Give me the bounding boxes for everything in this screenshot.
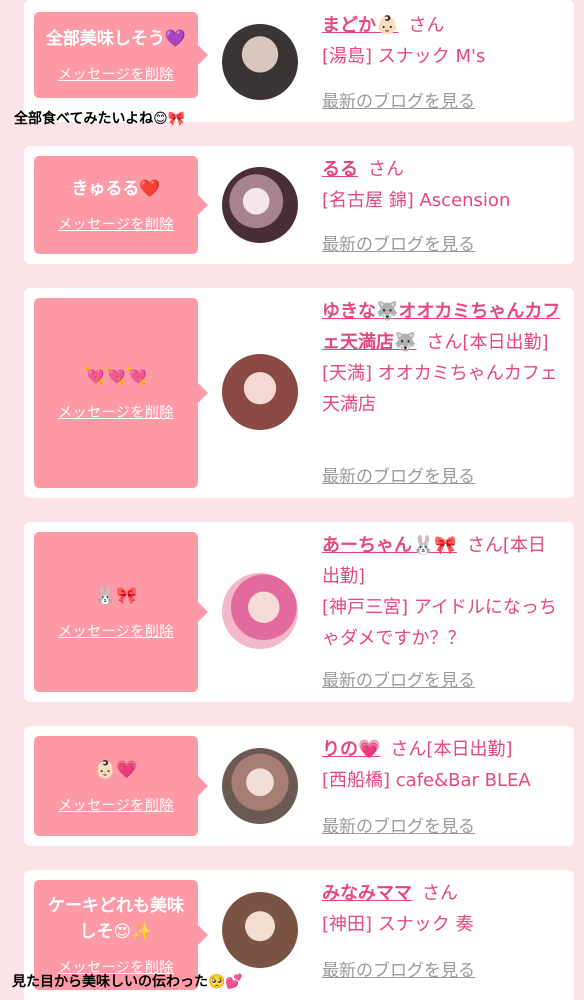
- shop-label: [神田] スナック 奏: [322, 914, 474, 935]
- message-text: 🐰🎀: [94, 586, 138, 606]
- profile-name-link[interactable]: まどか👶🏻: [322, 15, 398, 36]
- avatar-photo: [222, 24, 298, 100]
- latest-blog-link[interactable]: 最新のブログを見る: [322, 230, 475, 255]
- honorific: さん[本日出勤]: [390, 739, 513, 760]
- latest-blog-link[interactable]: 最新のブログを見る: [322, 956, 475, 981]
- delete-message-link[interactable]: メッセージを削除: [58, 621, 174, 641]
- message-card: きゅるる❤️ メッセージを削除 るる さん [名古屋 錦] Ascension 最…: [24, 146, 574, 264]
- honorific: さん: [368, 159, 404, 180]
- profile-name-link[interactable]: あーちゃん🐰🎀: [322, 535, 457, 556]
- message-text: きゅるる❤️: [71, 179, 161, 199]
- message-card: 全部美味しそう💜 メッセージを削除 まどか👶🏻 さん [湯島] スナック M's …: [24, 0, 574, 122]
- message-card: 👶🏻💗 メッセージを削除 りの💗 さん[本日出勤] [西船橋] cafe&Bar …: [24, 726, 574, 846]
- profile-name-link[interactable]: るる: [322, 159, 358, 180]
- honorific: さん: [408, 15, 445, 36]
- avatar-photo: [222, 748, 298, 824]
- overlay-caption: 見た目から美味しいの伝わった🥺💕: [12, 974, 243, 990]
- message-text: 👶🏻💗: [94, 760, 138, 780]
- message-text: 💘💘💘: [84, 367, 148, 387]
- honorific: さん[本日出勤]: [426, 332, 549, 353]
- message-card: 💘💘💘 メッセージを削除 ゆきな🐺オオカミちゃんカフェ天満店🐺 さん[本日出勤] …: [24, 288, 574, 498]
- message-bubble: 💘💘💘 メッセージを削除: [34, 298, 208, 488]
- profile-name-link[interactable]: りの💗: [322, 739, 380, 760]
- profile-info: ゆきな🐺オオカミちゃんカフェ天満店🐺 さん[本日出勤] [天満] オオカミちゃんカ…: [322, 296, 562, 420]
- avatar[interactable]: [222, 892, 298, 968]
- message-card: 🐰🎀 メッセージを削除 あーちゃん🐰🎀 さん[本日出勤] [神戸三宮] アイドルに…: [24, 522, 574, 702]
- avatar[interactable]: [222, 748, 298, 824]
- latest-blog-link[interactable]: 最新のブログを見る: [322, 462, 475, 487]
- overlay-caption: 全部食べてみたいよね😊🎀: [14, 111, 186, 127]
- shop-label: [神戸三宮] アイドルになっちゃダメですか？？: [322, 597, 557, 649]
- delete-message-link[interactable]: メッセージを削除: [58, 214, 174, 234]
- latest-blog-link[interactable]: 最新のブログを見る: [322, 812, 475, 837]
- honorific: さん: [422, 883, 458, 904]
- message-bubble: きゅるる❤️ メッセージを削除: [34, 156, 208, 254]
- avatar[interactable]: [222, 573, 298, 649]
- shop-label: [西船橋] cafe&Bar BLEA: [322, 770, 531, 791]
- message-bubble: 🐰🎀 メッセージを削除: [34, 532, 208, 692]
- profile-info: まどか👶🏻 さん [湯島] スナック M's: [322, 10, 562, 72]
- profile-info: るる さん [名古屋 錦] Ascension: [322, 154, 562, 216]
- profile-info: あーちゃん🐰🎀 さん[本日出勤] [神戸三宮] アイドルになっちゃダメですか？？: [322, 530, 562, 654]
- message-bubble: 👶🏻💗 メッセージを削除: [34, 736, 208, 836]
- profile-name-link[interactable]: みなみママ: [322, 883, 412, 904]
- profile-info: りの💗 さん[本日出勤] [西船橋] cafe&Bar BLEA: [322, 734, 562, 796]
- shop-label: [名古屋 錦] Ascension: [322, 190, 511, 211]
- avatar-photo: [222, 167, 298, 243]
- avatar-photo: [222, 354, 298, 430]
- shop-label: [天満] オオカミちゃんカフェ天満店: [322, 363, 558, 415]
- avatar-photo: [222, 892, 298, 968]
- delete-message-link[interactable]: メッセージを削除: [58, 795, 174, 815]
- delete-message-link[interactable]: メッセージを削除: [58, 64, 174, 84]
- message-text: 全部美味しそう💜: [45, 29, 187, 49]
- shop-label: [湯島] スナック M's: [322, 46, 486, 67]
- avatar-photo: [222, 573, 298, 649]
- message-bubble: 全部美味しそう💜 メッセージを削除: [34, 12, 208, 98]
- profile-info: みなみママ さん [神田] スナック 奏: [322, 878, 562, 940]
- avatar[interactable]: [222, 354, 298, 430]
- message-text: ケーキどれも美味しそ😍✨: [48, 896, 184, 942]
- avatar[interactable]: [222, 167, 298, 243]
- avatar[interactable]: [222, 24, 298, 100]
- delete-message-link[interactable]: メッセージを削除: [58, 402, 174, 422]
- latest-blog-link[interactable]: 最新のブログを見る: [322, 666, 475, 691]
- latest-blog-link[interactable]: 最新のブログを見る: [322, 87, 475, 112]
